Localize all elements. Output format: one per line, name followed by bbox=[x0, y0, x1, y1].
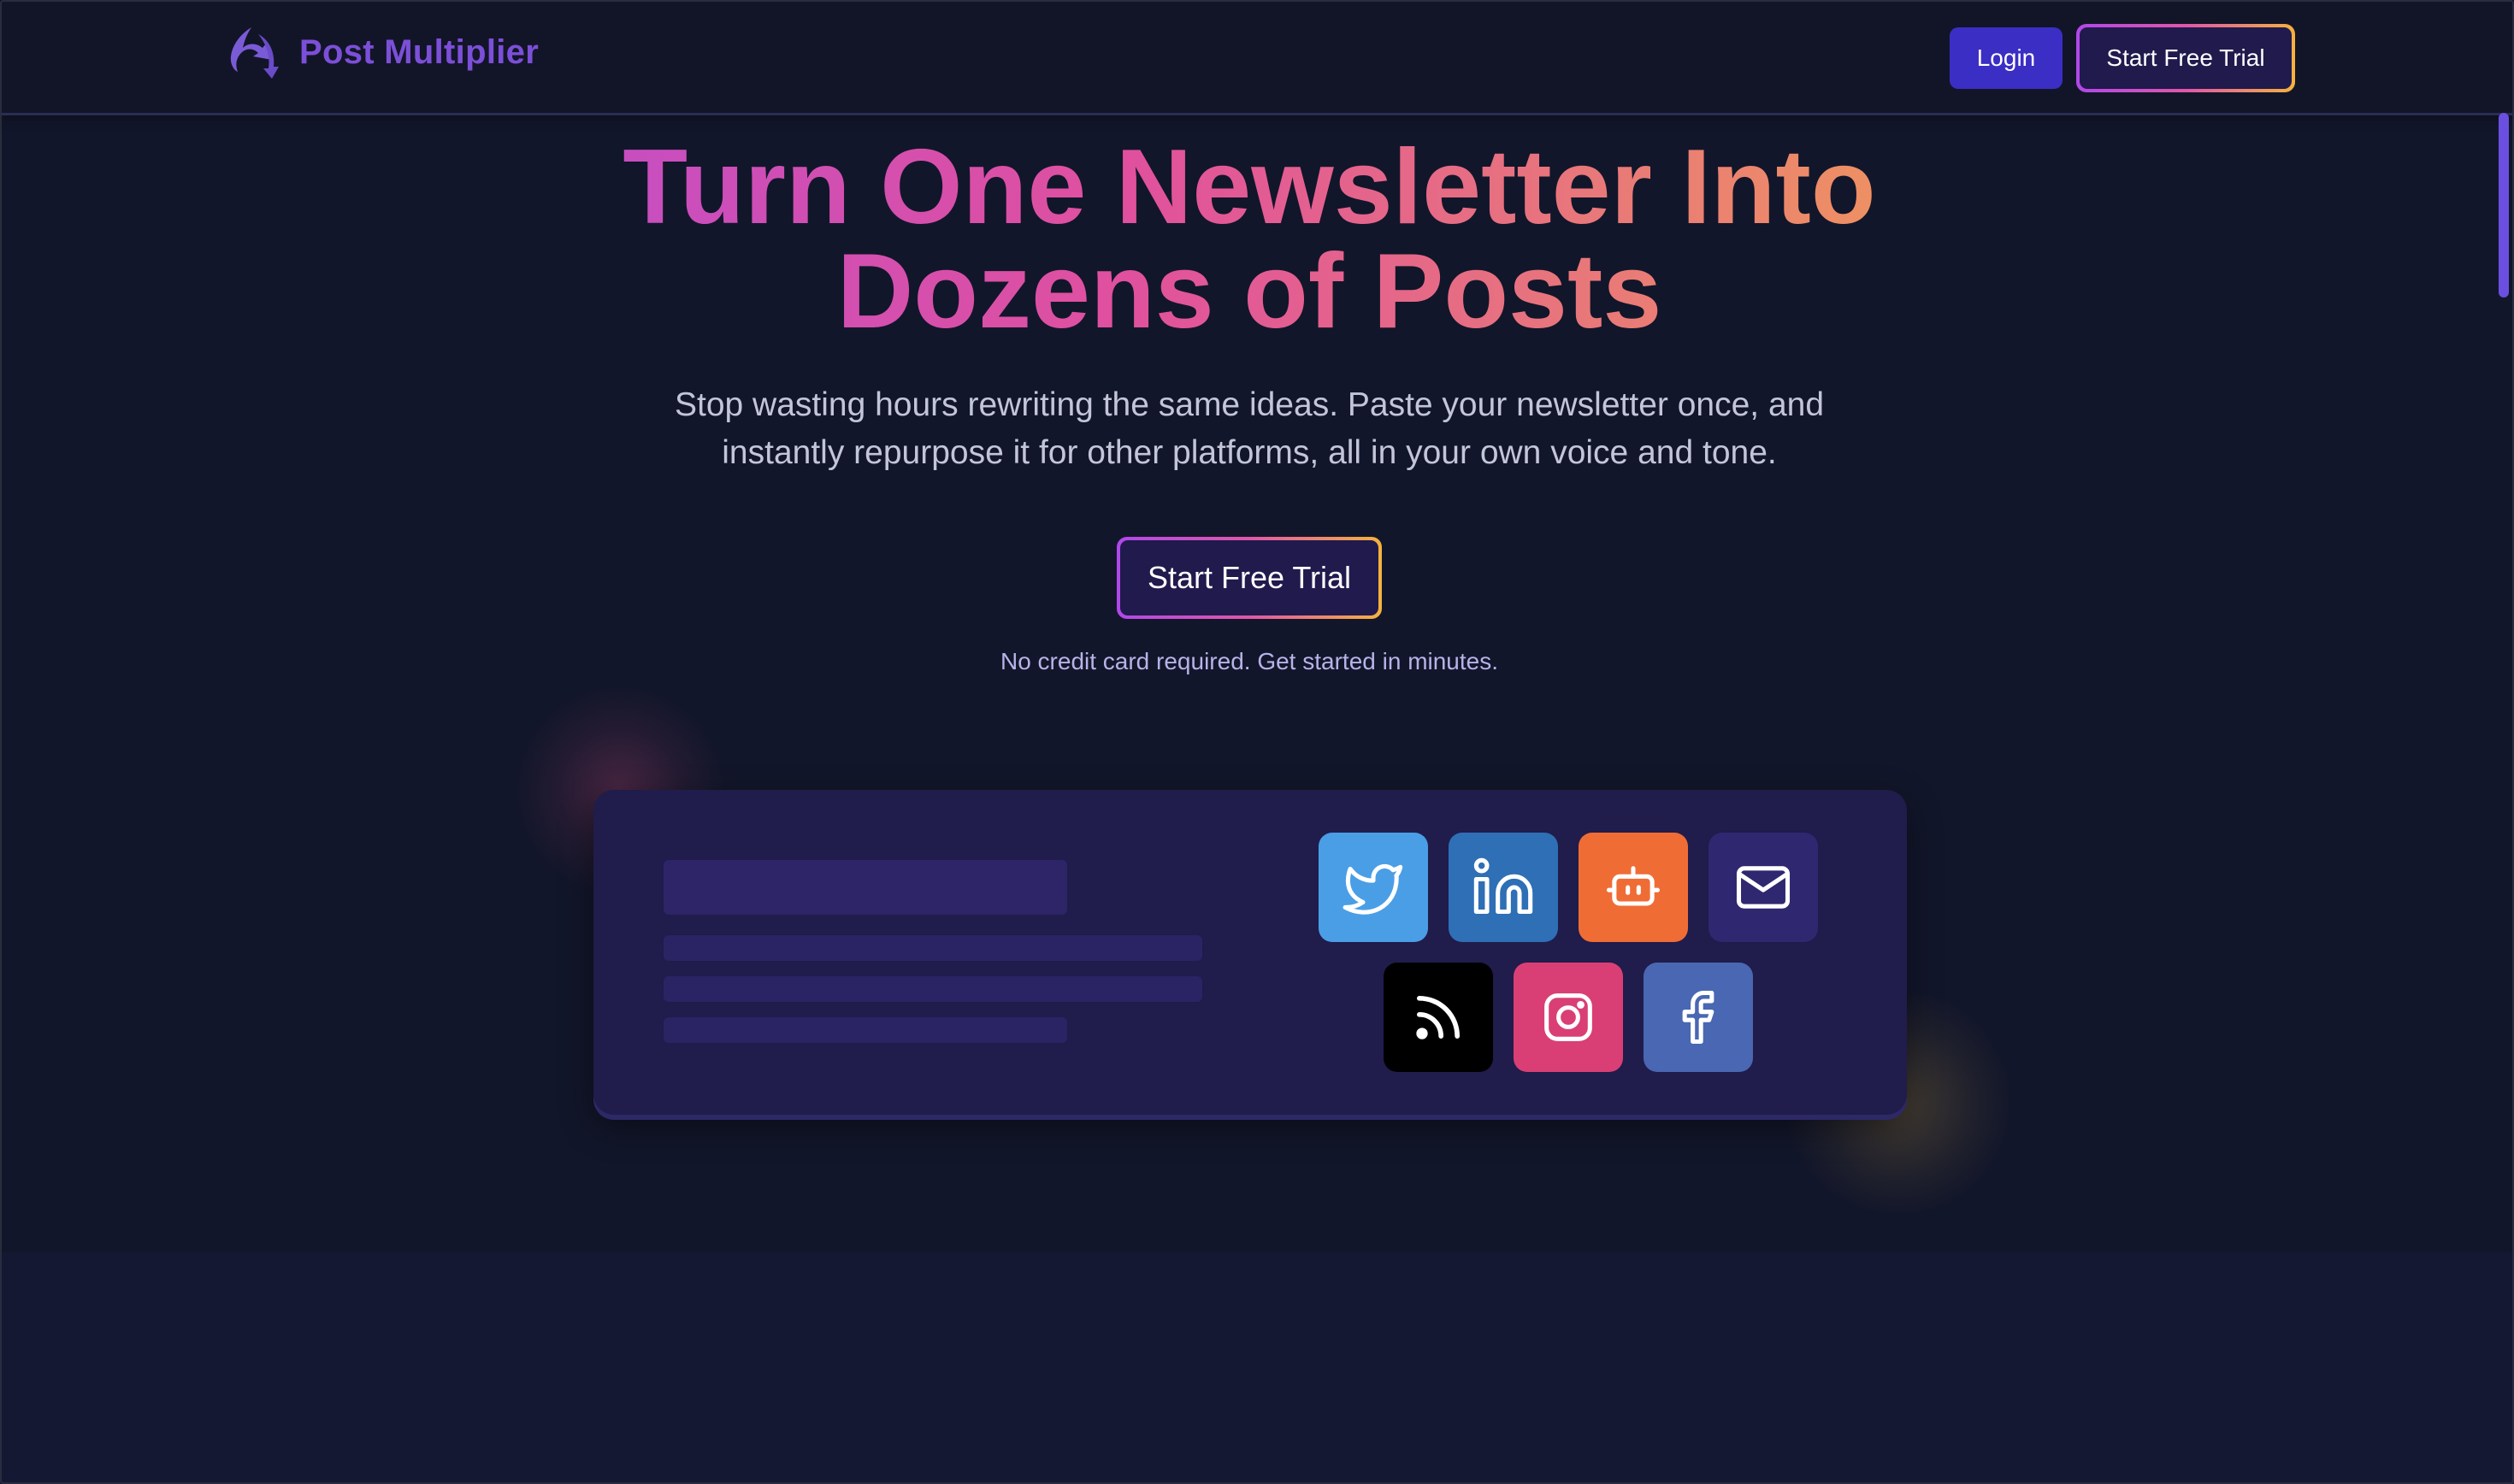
page-scrollbar-thumb[interactable] bbox=[2499, 113, 2509, 297]
hero-headline-line-2: Dozens of Posts bbox=[836, 233, 1662, 350]
email-tile[interactable] bbox=[1708, 833, 1818, 942]
skeleton-line bbox=[664, 976, 1202, 1002]
skeleton-line bbox=[664, 935, 1202, 961]
linkedin-tile[interactable] bbox=[1449, 833, 1558, 942]
twitter-tile[interactable] bbox=[1319, 833, 1428, 942]
robot-tile[interactable] bbox=[1579, 833, 1688, 942]
linkedin-icon bbox=[1473, 857, 1533, 915]
hero-subtitle: Stop wasting hours rewriting the same id… bbox=[674, 386, 1825, 471]
instagram-tile[interactable] bbox=[1514, 963, 1623, 1072]
facebook-icon bbox=[1682, 990, 1714, 1045]
rss-tile[interactable] bbox=[1384, 963, 1493, 1072]
header-start-trial-button[interactable]: Start Free Trial bbox=[2076, 24, 2295, 92]
skeleton-line bbox=[664, 1017, 1067, 1043]
facebook-tile[interactable] bbox=[1644, 963, 1753, 1072]
skeleton-title bbox=[664, 860, 1067, 915]
instagram-icon bbox=[1544, 993, 1592, 1041]
brand-logo-link[interactable]: Post Multiplier bbox=[224, 22, 539, 82]
hero-headline-line-1: Turn One Newsletter Into bbox=[623, 128, 1876, 246]
no-credit-card-note: No credit card required. Get started in … bbox=[1000, 648, 1499, 674]
header-start-trial-label: Start Free Trial bbox=[2080, 27, 2292, 89]
hero-start-trial-button[interactable]: Start Free Trial bbox=[1117, 537, 1382, 619]
next-section-background bbox=[0, 1252, 2514, 1484]
rss-icon bbox=[1416, 995, 1461, 1039]
hero-headline: Turn One Newsletter Into Dozens of Posts bbox=[0, 135, 2499, 344]
mail-icon bbox=[1736, 866, 1791, 909]
hero-start-trial-label: Start Free Trial bbox=[1120, 540, 1378, 615]
repurpose-preview-card bbox=[593, 790, 1907, 1115]
twitter-icon bbox=[1343, 863, 1403, 915]
brand-name: Post Multiplier bbox=[299, 32, 540, 71]
swirl-arrow-logo-icon bbox=[230, 27, 279, 79]
landing-page: Post Multiplier Login Start Free Trial T… bbox=[0, 0, 2514, 1484]
robot-icon bbox=[1606, 866, 1661, 906]
site-header: Post Multiplier Login Start Free Trial bbox=[0, 0, 2514, 115]
login-button[interactable]: Login bbox=[1950, 27, 2063, 89]
